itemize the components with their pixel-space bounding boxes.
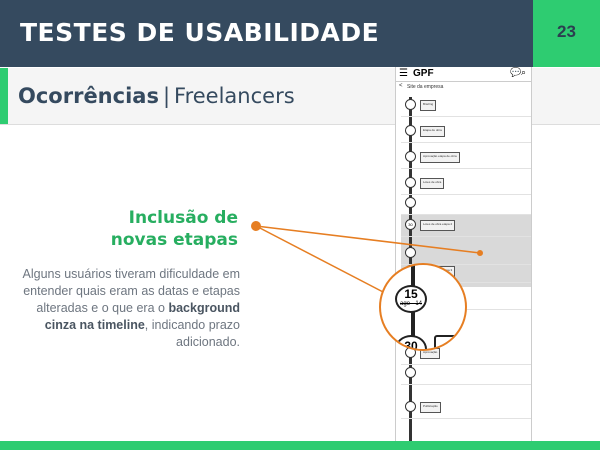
timeline-card[interactable]: Publicação xyxy=(420,402,441,413)
section-body: Alguns usuários tiveram dificuldade em e… xyxy=(20,266,240,351)
timeline-node[interactable] xyxy=(405,99,416,110)
subheader-title: Ocorrências | Freelancers xyxy=(18,84,295,108)
chat-icon[interactable]: 💬 xyxy=(510,67,521,78)
timeline-card[interactable]: Aprovação etapa de obra xyxy=(420,152,460,163)
section-heading-line1: Inclusão de xyxy=(128,208,238,228)
phone-app-name: GPF xyxy=(413,68,434,79)
magnified-node-number: 15 xyxy=(404,287,418,301)
page-number: 23 xyxy=(557,22,576,41)
magnified-node-number: 30 xyxy=(404,339,418,351)
subheader-separator: | xyxy=(162,84,171,108)
search-icon[interactable]: ⌕ xyxy=(521,67,526,78)
timeline-node[interactable] xyxy=(405,151,416,162)
section-heading-line2: novas etapas xyxy=(110,230,238,250)
back-icon[interactable]: < xyxy=(399,83,403,89)
slide-title: TESTES DE USABILIDADE xyxy=(20,18,380,47)
timeline-divider xyxy=(401,384,531,385)
timeline-divider xyxy=(401,236,531,237)
timeline-node[interactable] xyxy=(405,247,416,258)
header-bar: TESTES DE USABILIDADE xyxy=(0,0,533,67)
timeline-node[interactable] xyxy=(405,367,416,378)
subheader-accent xyxy=(0,68,8,124)
timeline-divider xyxy=(401,214,531,215)
bottom-accent-bar xyxy=(0,441,600,450)
magnifier-zoom: 15 ago - 14 30 xyxy=(379,263,467,351)
page-number-box: 23 xyxy=(533,0,600,67)
timeline-divider xyxy=(401,194,531,195)
menu-icon[interactable]: ☰ xyxy=(399,68,408,79)
body-text-part2: , indicando prazo adicionado. xyxy=(144,318,240,349)
magnified-node-15: 15 ago - 14 xyxy=(395,285,427,313)
magnified-node-date: ago - 14 xyxy=(399,301,423,307)
timeline-divider xyxy=(401,142,531,143)
magnified-card xyxy=(434,335,465,349)
callout-dot-start xyxy=(251,221,261,231)
phone-app-bar: ☰ GPF 💬 ⌕ xyxy=(396,67,531,82)
timeline-card[interactable]: Etapa de obra xyxy=(420,126,445,137)
phone-mockup: ☰ GPF 💬 ⌕ < Site da empresa Briefing Etap… xyxy=(395,67,532,450)
timeline-card[interactable]: Lotes de obra xyxy=(420,178,445,189)
timeline-divider xyxy=(401,168,531,169)
timeline-node[interactable] xyxy=(405,177,416,188)
callout-line-2 xyxy=(255,225,386,294)
magnified-node-30: 30 xyxy=(395,335,427,351)
subheader-title-light: Freelancers xyxy=(174,84,295,108)
timeline-node[interactable] xyxy=(405,401,416,412)
timeline-node[interactable] xyxy=(405,125,416,136)
timeline-divider xyxy=(401,418,531,419)
timeline-divider xyxy=(401,116,531,117)
timeline-card[interactable]: Lotes de obra etapa 2 xyxy=(420,220,456,231)
phone-breadcrumb[interactable]: Site da empresa xyxy=(407,84,443,90)
timeline-card[interactable]: Briefing xyxy=(420,100,437,111)
section-heading: Inclusão de novas etapas xyxy=(111,207,238,251)
timeline-node[interactable] xyxy=(405,197,416,208)
subheader-title-bold: Ocorrências xyxy=(18,84,159,108)
timeline-node[interactable]: 30 xyxy=(405,219,416,230)
timeline-divider xyxy=(401,364,531,365)
